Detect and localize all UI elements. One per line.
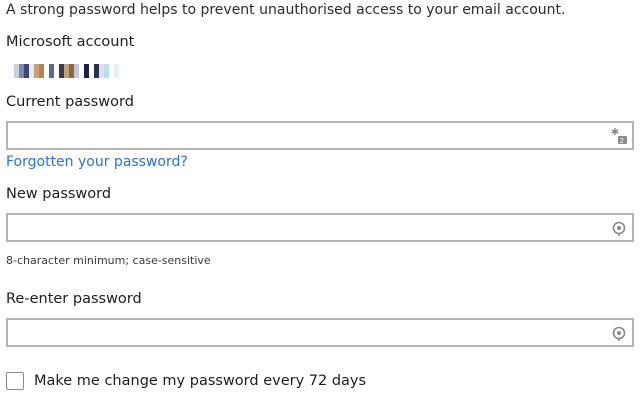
reenter-password-label: Re-enter password xyxy=(6,291,142,307)
account-email-redacted xyxy=(14,64,119,78)
current-password-label: Current password xyxy=(6,94,134,110)
svg-text:*: * xyxy=(611,127,619,143)
password-expiry-checkbox[interactable] xyxy=(6,372,24,390)
intro-text: A strong password helps to prevent unaut… xyxy=(6,2,566,18)
redacted-pixel xyxy=(114,64,119,78)
password-requirements-hint: 8-character minimum; case-sensitive xyxy=(6,254,211,267)
account-label: Microsoft account xyxy=(6,34,135,50)
new-password-field[interactable] xyxy=(6,213,634,242)
password-expiry-label: Make me change my password every 72 days xyxy=(34,373,367,389)
password-expiry-option[interactable]: Make me change my password every 72 days xyxy=(6,372,366,390)
current-password-field[interactable]: * 2 xyxy=(6,121,634,150)
forgot-password-link[interactable]: Forgotten your password? xyxy=(6,154,188,170)
current-password-input[interactable] xyxy=(8,123,610,148)
new-password-input[interactable] xyxy=(8,215,610,240)
password-keyboard-icon[interactable]: * 2 xyxy=(610,125,628,145)
svg-text:2: 2 xyxy=(620,137,624,145)
reenter-password-field[interactable] xyxy=(6,318,634,347)
reveal-password-icon[interactable] xyxy=(610,219,628,237)
new-password-label: New password xyxy=(6,186,112,202)
reenter-password-input[interactable] xyxy=(8,320,610,345)
reveal-password-icon[interactable] xyxy=(610,324,628,342)
